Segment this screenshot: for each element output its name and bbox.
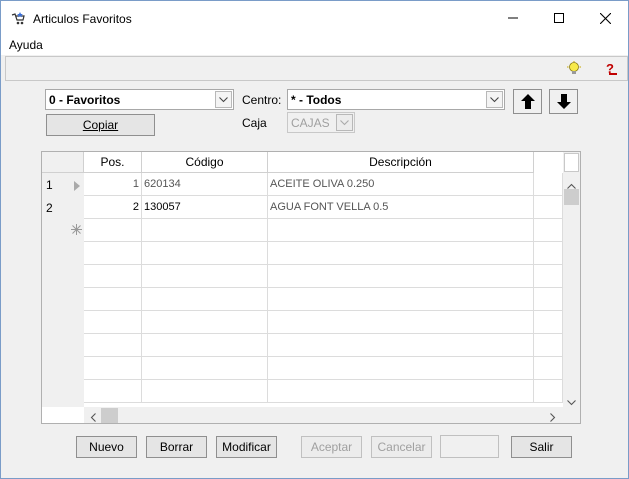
arrow-down-icon xyxy=(556,94,571,109)
column-header-codigo[interactable]: Código xyxy=(142,152,268,173)
empty-cell xyxy=(84,380,142,403)
empty-cell xyxy=(534,242,563,265)
salir-button[interactable]: Salir xyxy=(511,436,572,458)
empty-cell xyxy=(534,357,563,380)
empty-cell xyxy=(142,265,268,288)
grid-corner-header xyxy=(42,152,84,173)
app-icon xyxy=(10,11,26,27)
caja-label: Caja xyxy=(242,116,267,130)
cell-pos[interactable]: 1 xyxy=(84,173,142,196)
menu-bar: Ayuda xyxy=(1,35,628,55)
toolbar: ? xyxy=(5,56,628,81)
row-number: 2 xyxy=(46,201,53,215)
cell-filler xyxy=(534,196,563,219)
cell-codigo[interactable]: 620134 xyxy=(142,173,268,196)
empty-cell xyxy=(534,380,563,403)
maximize-button[interactable] xyxy=(536,1,582,35)
caja-select[interactable]: CAJAS xyxy=(287,112,355,133)
cell-pos[interactable]: 2 xyxy=(84,196,142,219)
empty-cell xyxy=(534,334,563,357)
empty-cell xyxy=(268,242,534,265)
nuevo-button[interactable]: Nuevo xyxy=(76,436,137,458)
empty-cell xyxy=(142,357,268,380)
cell-pos[interactable] xyxy=(84,219,142,242)
empty-cell xyxy=(142,288,268,311)
row-number: 1 xyxy=(46,178,53,192)
empty-cell xyxy=(84,288,142,311)
empty-cell xyxy=(84,265,142,288)
empty-cell xyxy=(142,311,268,334)
horizontal-scrollbar[interactable] xyxy=(84,407,563,423)
cell-filler xyxy=(534,173,563,196)
scrollbar-corner xyxy=(563,407,580,423)
cell-filler xyxy=(534,219,563,242)
empty-cell xyxy=(84,311,142,334)
aceptar-button[interactable]: Aceptar xyxy=(301,436,362,458)
empty-cell xyxy=(268,311,534,334)
borrar-button[interactable]: Borrar xyxy=(146,436,207,458)
move-down-button[interactable] xyxy=(549,89,578,114)
empty-cell xyxy=(84,242,142,265)
empty-cell xyxy=(84,334,142,357)
centro-label: Centro: xyxy=(242,93,282,107)
cell-descripcion[interactable]: ACEITE OLIVA 0.250 xyxy=(268,173,534,196)
close-button[interactable] xyxy=(582,1,628,35)
vertical-scrollbar[interactable] xyxy=(563,152,580,407)
scroll-left-icon[interactable] xyxy=(90,411,96,423)
articles-grid[interactable]: Pos. Código Descripción 1 1 620134 ACEIT… xyxy=(41,151,581,424)
chevron-down-icon[interactable] xyxy=(486,91,503,108)
scroll-right-icon[interactable] xyxy=(550,411,556,423)
status-field xyxy=(440,435,499,458)
copiar-button[interactable]: Copiar xyxy=(46,114,155,136)
current-row-icon xyxy=(74,180,80,194)
cell-codigo[interactable] xyxy=(142,219,268,242)
empty-cell xyxy=(534,311,563,334)
centro-select[interactable]: * - Todos xyxy=(287,89,505,110)
favoritos-select[interactable]: 0 - Favoritos xyxy=(45,89,234,110)
empty-cell xyxy=(268,265,534,288)
column-header-descripcion[interactable]: Descripción xyxy=(268,152,534,173)
empty-cell xyxy=(534,265,563,288)
empty-cell xyxy=(268,357,534,380)
column-header-pos[interactable]: Pos. xyxy=(84,152,142,173)
help-icon[interactable]: ? xyxy=(603,61,619,77)
empty-cell xyxy=(142,242,268,265)
window-title: Articulos Favoritos xyxy=(33,12,132,26)
title-bar: Articulos Favoritos xyxy=(1,1,628,35)
cell-descripcion[interactable] xyxy=(268,219,534,242)
empty-cell xyxy=(84,357,142,380)
cell-descripcion[interactable]: AGUA FONT VELLA 0.5 xyxy=(268,196,534,219)
empty-cell xyxy=(534,288,563,311)
chevron-down-icon[interactable] xyxy=(336,114,353,131)
menu-ayuda[interactable]: Ayuda xyxy=(9,38,43,52)
app-window: Articulos Favoritos Ayuda ? 0 - Favorito… xyxy=(0,0,629,479)
horizontal-scroll-thumb[interactable] xyxy=(101,408,118,423)
empty-cell xyxy=(142,380,268,403)
modificar-button[interactable]: Modificar xyxy=(216,436,277,458)
cell-codigo[interactable]: 130057 xyxy=(142,196,268,219)
vertical-scroll-thumb[interactable] xyxy=(564,189,579,205)
grid-body: Pos. Código Descripción 1 1 620134 ACEIT… xyxy=(42,152,563,407)
empty-cell xyxy=(268,334,534,357)
scroll-header-box xyxy=(564,153,579,172)
minimize-button[interactable] xyxy=(490,1,536,35)
empty-cell xyxy=(268,288,534,311)
arrow-up-icon xyxy=(520,94,535,109)
chevron-down-icon[interactable] xyxy=(215,91,232,108)
empty-cell xyxy=(142,334,268,357)
lightbulb-icon[interactable] xyxy=(566,61,582,77)
new-row-icon xyxy=(71,224,82,238)
cancelar-button[interactable]: Cancelar xyxy=(371,436,432,458)
move-up-button[interactable] xyxy=(513,89,542,114)
empty-cell xyxy=(268,380,534,403)
